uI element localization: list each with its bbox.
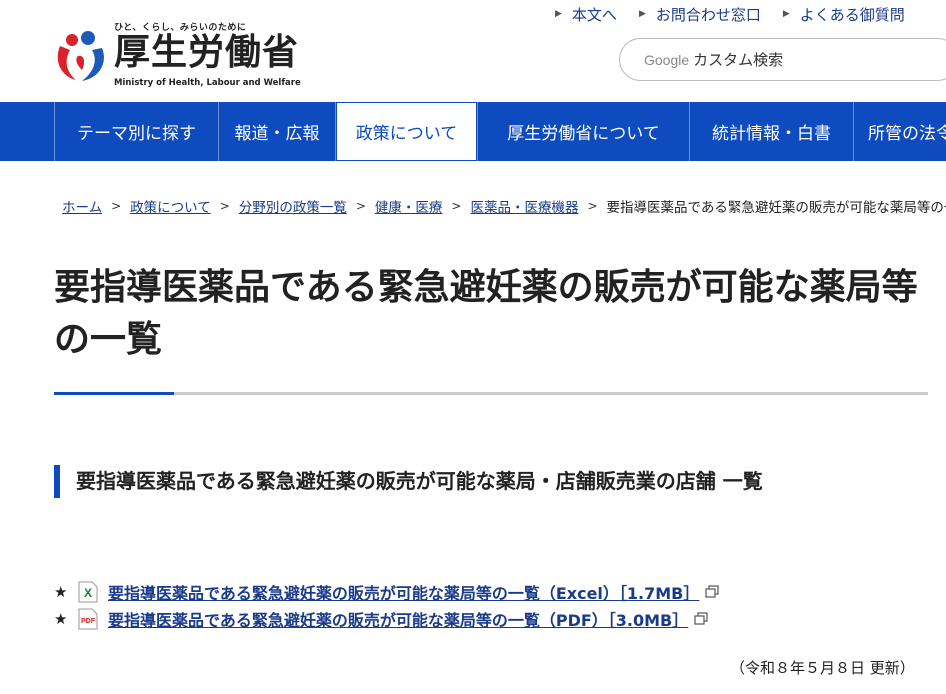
breadcrumb-separator: > [219,199,230,213]
list-item: ★ X 要指導医薬品である緊急避妊薬の販売が可能な薬局等の一覧（Excel）［1… [54,578,719,605]
nav-item-themes[interactable]: テーマ別に探す [55,102,219,161]
title-divider-accent [54,392,174,395]
contact-link[interactable]: ▶ お問合わせ窓口 [639,2,761,26]
nav-item-policy[interactable]: 政策について [337,103,476,160]
breadcrumb-home[interactable]: ホーム [62,196,102,216]
nav-item-laws[interactable]: 所管の法令 [854,102,946,161]
external-window-icon [705,584,719,598]
ministry-logo-icon [57,31,104,81]
utility-links: ▶ 本文へ ▶ お問合わせ窓口 ▶ よくある御質問 [555,2,927,26]
pdf-icon: PDF [78,608,98,629]
nav-item-press[interactable]: 報道・広報 [219,102,336,161]
pdf-icon-text: PDF [81,618,96,625]
site-search-box[interactable]: Google [619,38,946,81]
breadcrumb-separator: > [451,199,462,213]
site-logo[interactable]: ひと、くらし、みらいのために 厚生労働省 Ministry of Health,… [52,20,312,94]
excel-icon: X [78,581,98,602]
excel-download-link[interactable]: 要指導医薬品である緊急避妊薬の販売が可能な薬局等の一覧（Excel）［1.7MB… [108,580,699,604]
list-item: ★ PDF 要指導医薬品である緊急避妊薬の販売が可能な薬局等の一覧（PDF）［3… [54,605,719,632]
excel-icon-text: X [84,586,92,600]
breadcrumb-policy[interactable]: 政策について [130,196,211,216]
ministry-name-en: Ministry of Health, Labour and Welfare [114,78,301,88]
page-title: 要指導医薬品である緊急避妊薬の販売が可能な薬局等の一覧 [54,267,918,360]
chevron-right-icon: ▶ [638,9,646,19]
skip-to-content-link[interactable]: ▶ 本文へ [555,2,617,26]
breadcrumb-separator: > [587,199,598,213]
pdf-download-link[interactable]: 要指導医薬品である緊急避妊薬の販売が可能な薬局等の一覧（PDF）［3.0MB］ [108,607,688,631]
nav-item-about-ministry[interactable]: 厚生労働省について [477,102,690,161]
star-bullet-icon: ★ [54,609,68,628]
breadcrumb-current: 要指導医薬品である緊急避妊薬の販売が可能な薬局等の一覧 [606,200,946,216]
google-brand-label: Google [644,51,690,68]
faq-link[interactable]: ▶ よくある御質問 [783,2,905,26]
breadcrumb-separator: > [355,199,366,213]
breadcrumb: ホーム > 政策について > 分野別の政策一覧 > 健康・医療 > 医薬品・医療… [54,196,946,216]
breadcrumb-separator: > [111,199,122,213]
title-divider [54,392,928,395]
document-list: ★ X 要指導医薬品である緊急避妊薬の販売が可能な薬局等の一覧（Excel）［1… [54,578,719,632]
external-window-icon [694,611,708,625]
breadcrumb-pharma-devices[interactable]: 医薬品・医療機器 [470,196,578,216]
last-updated: （令和８年５月８日 更新） [730,659,915,677]
nav-item-statistics[interactable]: 統計情報・白書 [690,102,854,161]
chevron-right-icon: ▶ [782,9,790,19]
breadcrumb-policy-by-field[interactable]: 分野別の政策一覧 [239,196,347,216]
site-header: ひと、くらし、みらいのために 厚生労働省 Ministry of Health,… [0,0,946,102]
nav-item-policy-wrap: 政策について [336,102,477,161]
breadcrumb-health-medical[interactable]: 健康・医療 [375,196,443,216]
section-heading: 要指導医薬品である緊急避妊薬の販売が可能な薬局・店舗販売業の店舗 一覧 [54,465,763,498]
global-nav: テーマ別に探す 報道・広報 政策について 厚生労働省について 統計情報・白書 所… [0,102,946,161]
search-input[interactable] [693,50,946,69]
chevron-right-icon: ▶ [555,9,562,19]
star-bullet-icon: ★ [54,582,68,601]
ministry-name: 厚生労働省 [114,32,300,73]
